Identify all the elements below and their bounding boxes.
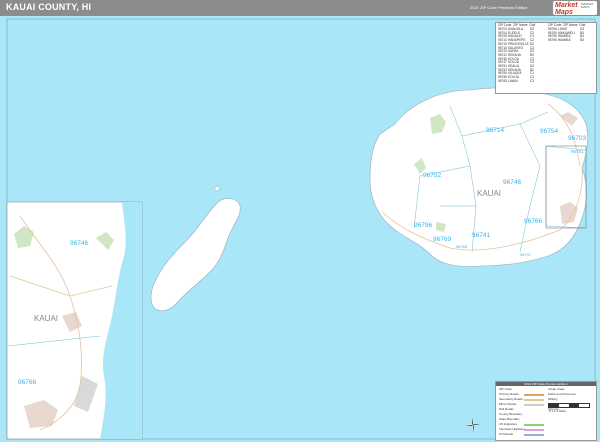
legend-row: Secondary Roads	[499, 397, 523, 401]
legend-swatch	[524, 429, 544, 431]
legend-swatch	[524, 434, 544, 436]
table-right-rows: 96766LIHUE D3 96769MAKAWELI B3 96796WAIMEA B3…	[548, 27, 590, 43]
table-cell: 96796	[548, 38, 557, 43]
map-title: KAUAI COUNTY, HI	[6, 2, 92, 12]
zip-96714: 96714	[486, 127, 504, 134]
zip-96765: 96765	[456, 244, 468, 249]
legend-right-row: Parks and Preserves	[548, 392, 576, 396]
island-label-kauai: KAUAI	[477, 189, 501, 198]
zip-96752: 96752	[423, 172, 441, 179]
compass-rose-icon	[466, 418, 480, 432]
table-cell: C3	[530, 78, 535, 83]
inset-zip-96766: 96766	[18, 379, 36, 386]
zip-96769: 96769	[433, 236, 451, 243]
map-legend: 2021 ZIP Code Premium Edition ZIP Code P…	[495, 381, 597, 441]
table-cell: B3	[580, 38, 584, 43]
zip-96751: 96751	[571, 149, 584, 154]
legend-row: Interstate Highways	[499, 427, 526, 431]
table-row: 96765LAWAI C3	[498, 78, 540, 84]
legend-row: Toll Roads	[499, 432, 514, 436]
legend-right-row: Urban Areas	[548, 387, 565, 391]
edition-label: 2021 ZIP Code Premium Edition	[470, 5, 528, 10]
legend-row: US Highways	[499, 422, 518, 426]
zip-96754: 96754	[540, 128, 558, 135]
legend-title: 2021 ZIP Code Premium Edition	[496, 382, 596, 386]
zip-code-table: ZIP Code ZIP Name Grid ZIP Code ZIP Name…	[495, 22, 597, 94]
table-cell: LAWAI	[508, 78, 518, 83]
market-maps-logo: Market Maps MARKET MAPS	[553, 1, 597, 16]
zip-96741: 96741	[472, 232, 490, 239]
legend-row: Minor Roads	[499, 402, 517, 406]
table-cell: WAIMEA	[558, 38, 571, 43]
legend-row: State Boundary	[499, 417, 520, 421]
title-bar: KAUAI COUNTY, HI 2021 ZIP Code Premium E…	[0, 0, 600, 16]
legend-swatch	[524, 424, 544, 426]
legend-swatch	[524, 394, 544, 396]
table-cell: 96765	[498, 78, 507, 83]
legend-right-row: Military	[548, 397, 558, 401]
legend-row: ZIP Code	[499, 387, 512, 391]
table-row: 96796WAIMEA B3	[548, 38, 590, 43]
zip-96747: 96747	[520, 252, 532, 257]
legend-swatch	[524, 404, 544, 406]
logo-subtext: MARKET MAPS	[581, 2, 594, 10]
legend-row: Primary Roads	[499, 392, 519, 396]
legend-swatch	[524, 399, 544, 401]
scale-bar	[548, 403, 590, 408]
zip-96746: 96746	[503, 179, 521, 186]
table-left-rows: 96703ANAHOLA D2 96704ELEELE C3 96705HANALEI C…	[498, 27, 540, 84]
inset-island-label: KAUAI	[34, 314, 58, 323]
zip-96796: 96796	[414, 222, 432, 229]
inset-zip-96746: 96746	[70, 240, 88, 247]
zip-96703: 96703	[568, 135, 586, 142]
scale-label: 0 1 2 4 Miles	[549, 409, 567, 413]
legend-row: County Boundary	[499, 412, 523, 416]
legend-row: Rail Roads	[499, 407, 514, 411]
zip-96766: 96766	[524, 218, 542, 225]
